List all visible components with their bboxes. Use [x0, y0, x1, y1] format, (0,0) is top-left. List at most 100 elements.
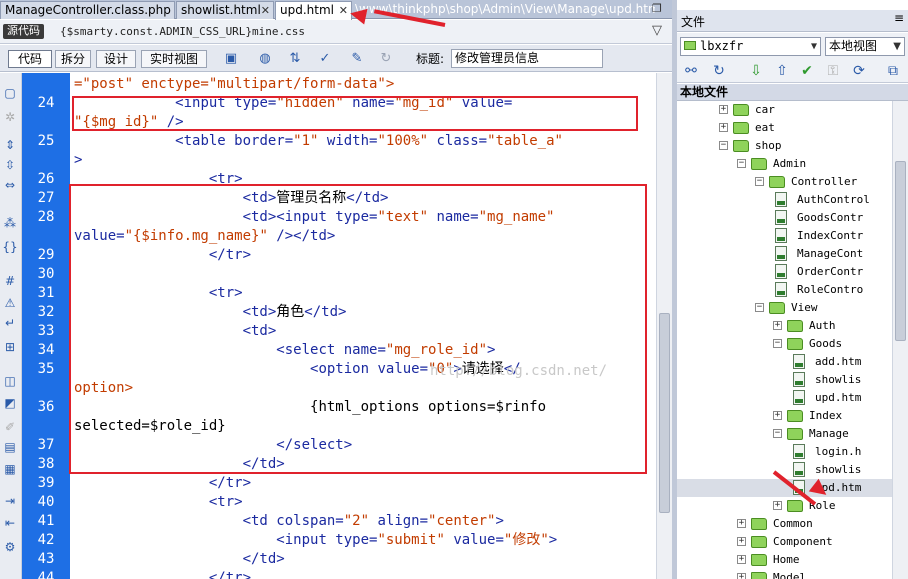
- tree-folder[interactable]: + Model: [677, 569, 892, 579]
- tree-file[interactable]: login.h: [677, 443, 892, 461]
- line-numbers-icon[interactable]: #: [2, 273, 18, 289]
- code-area[interactable]: ="post" enctype="multipart/form-data"> <…: [70, 73, 656, 579]
- tree-file[interactable]: OrderContr: [677, 263, 892, 281]
- indent-code-icon[interactable]: ⇥: [2, 493, 18, 509]
- tree-folder[interactable]: + Component: [677, 533, 892, 551]
- apply-comment-icon[interactable]: ◫: [2, 373, 18, 389]
- tree-folder[interactable]: − Controller: [677, 173, 892, 191]
- preview-browser-icon[interactable]: ◍: [256, 51, 274, 67]
- live-view-button[interactable]: 实时视图: [141, 50, 207, 68]
- tree-file[interactable]: showlis: [677, 371, 892, 389]
- word-wrap-icon[interactable]: ↵: [2, 315, 18, 331]
- title-input[interactable]: 修改管理员信息: [451, 49, 603, 68]
- syntax-error-icon[interactable]: ⊞: [2, 339, 18, 355]
- remove-comment-icon[interactable]: ◩: [2, 395, 18, 411]
- open-documents-icon[interactable]: ▢: [2, 85, 18, 101]
- collapse-icon[interactable]: −: [755, 177, 764, 186]
- wrap-tag-icon[interactable]: ✐: [2, 419, 18, 435]
- related-file-link[interactable]: {$smarty.const.ADMIN_CSS_URL}mine.css: [60, 25, 305, 38]
- tree-file[interactable]: GoodsContr: [677, 209, 892, 227]
- restore-window-icon[interactable]: ❐: [652, 2, 662, 15]
- collapse-icon[interactable]: −: [719, 141, 728, 150]
- tree-folder[interactable]: + Common: [677, 515, 892, 533]
- synchronize-icon[interactable]: ⟳: [850, 62, 868, 80]
- expand-icon[interactable]: +: [737, 519, 746, 528]
- tree-folder[interactable]: − View: [677, 299, 892, 317]
- tree-folder[interactable]: + Index: [677, 407, 892, 425]
- filter-icon[interactable]: ▽: [652, 23, 668, 39]
- view-select[interactable]: 本地视图 ▼: [825, 37, 905, 56]
- expand-icon[interactable]: +: [773, 321, 782, 330]
- multiscreen-icon[interactable]: ▣: [222, 51, 240, 67]
- source-code-button[interactable]: 源代码: [3, 24, 44, 39]
- expand-icon[interactable]: +: [719, 105, 728, 114]
- tree-scrollbar[interactable]: [892, 101, 908, 579]
- expand-panel-icon[interactable]: ⧉: [884, 62, 902, 80]
- refresh-icon[interactable]: ↻: [377, 51, 395, 67]
- folder-icon: [751, 572, 767, 579]
- expand-icon[interactable]: +: [737, 555, 746, 564]
- collapse-tag-icon[interactable]: ⇕: [2, 137, 18, 153]
- balance-braces-icon[interactable]: {}: [2, 239, 18, 255]
- tree-folder[interactable]: + Home: [677, 551, 892, 569]
- highlight-invalid-icon[interactable]: ⚠: [2, 295, 18, 311]
- split-view-button[interactable]: 拆分: [55, 50, 91, 68]
- tree-file[interactable]: add.htm: [677, 353, 892, 371]
- collapse-icon[interactable]: −: [773, 429, 782, 438]
- file-management-icon[interactable]: ⇅: [286, 51, 304, 67]
- tree-file[interactable]: upd.htm: [677, 389, 892, 407]
- collapse-selection-icon[interactable]: ⇳: [2, 157, 18, 173]
- select-parent-tag-icon[interactable]: ⁂: [2, 215, 18, 231]
- panel-menu-icon[interactable]: ≡: [894, 11, 904, 25]
- format-source-icon[interactable]: ⚙: [2, 539, 18, 555]
- close-icon[interactable]: ✕: [339, 2, 348, 19]
- tree-folder[interactable]: − Manage: [677, 425, 892, 443]
- tree-folder[interactable]: − Admin: [677, 155, 892, 173]
- refresh-icon[interactable]: ↻: [710, 62, 728, 80]
- tree-folder[interactable]: − Goods: [677, 335, 892, 353]
- editor-scrollbar[interactable]: [656, 73, 672, 579]
- files-panel-title[interactable]: 文件: [681, 13, 705, 30]
- check-out-icon[interactable]: ✔: [798, 62, 816, 80]
- check-in-icon[interactable]: ⚿: [824, 62, 842, 80]
- check-page-icon[interactable]: ✓: [316, 51, 334, 67]
- tree-folder[interactable]: + eat: [677, 119, 892, 137]
- tree-file[interactable]: RoleContro: [677, 281, 892, 299]
- collapse-icon[interactable]: −: [755, 303, 764, 312]
- tree-file[interactable]: ManageCont: [677, 245, 892, 263]
- tree-file[interactable]: AuthControl: [677, 191, 892, 209]
- tab-upd[interactable]: upd.html ✕: [275, 1, 352, 20]
- put-files-icon[interactable]: ⇧: [773, 62, 791, 80]
- collapse-icon[interactable]: −: [773, 339, 782, 348]
- code-line: <tr>: [208, 171, 243, 187]
- expand-icon[interactable]: +: [719, 123, 728, 132]
- tree-folder[interactable]: + Auth: [677, 317, 892, 335]
- tree-file[interactable]: IndexContr: [677, 227, 892, 245]
- expand-icon[interactable]: +: [737, 537, 746, 546]
- tree-folder[interactable]: + Role: [677, 497, 892, 515]
- scrollbar-thumb[interactable]: [659, 313, 670, 513]
- code-view-button[interactable]: 代码: [8, 50, 52, 68]
- expand-icon[interactable]: +: [773, 411, 782, 420]
- scrollbar-thumb[interactable]: [895, 161, 906, 341]
- close-icon[interactable]: ✕: [261, 2, 270, 19]
- connect-icon[interactable]: ⚯: [682, 62, 700, 80]
- expand-icon[interactable]: +: [773, 501, 782, 510]
- design-view-button[interactable]: 设计: [96, 50, 136, 68]
- recent-snippets-icon[interactable]: ▤: [2, 439, 18, 455]
- expand-all-icon[interactable]: ⇔: [2, 177, 18, 193]
- get-files-icon[interactable]: ⇩: [747, 62, 765, 80]
- site-select[interactable]: lbxzfr ▼: [680, 37, 821, 56]
- tree-file[interactable]: showlis: [677, 461, 892, 479]
- tree-folder[interactable]: + car: [677, 101, 892, 119]
- move-css-icon[interactable]: ▦: [2, 461, 18, 477]
- show-code-navigator-icon[interactable]: ✲: [2, 109, 18, 125]
- tab-managecontroller[interactable]: ManageController.class.php: [0, 1, 175, 19]
- visual-aids-icon[interactable]: ✎: [348, 51, 366, 67]
- tree-folder[interactable]: − shop: [677, 137, 892, 155]
- outdent-code-icon[interactable]: ⇤: [2, 515, 18, 531]
- expand-icon[interactable]: +: [737, 573, 746, 579]
- file-tree[interactable]: + car + eat − shop − Admin − Controller AuthContro…: [677, 101, 892, 579]
- tab-showlist[interactable]: showlist.html ✕: [176, 1, 274, 19]
- collapse-icon[interactable]: −: [737, 159, 746, 168]
